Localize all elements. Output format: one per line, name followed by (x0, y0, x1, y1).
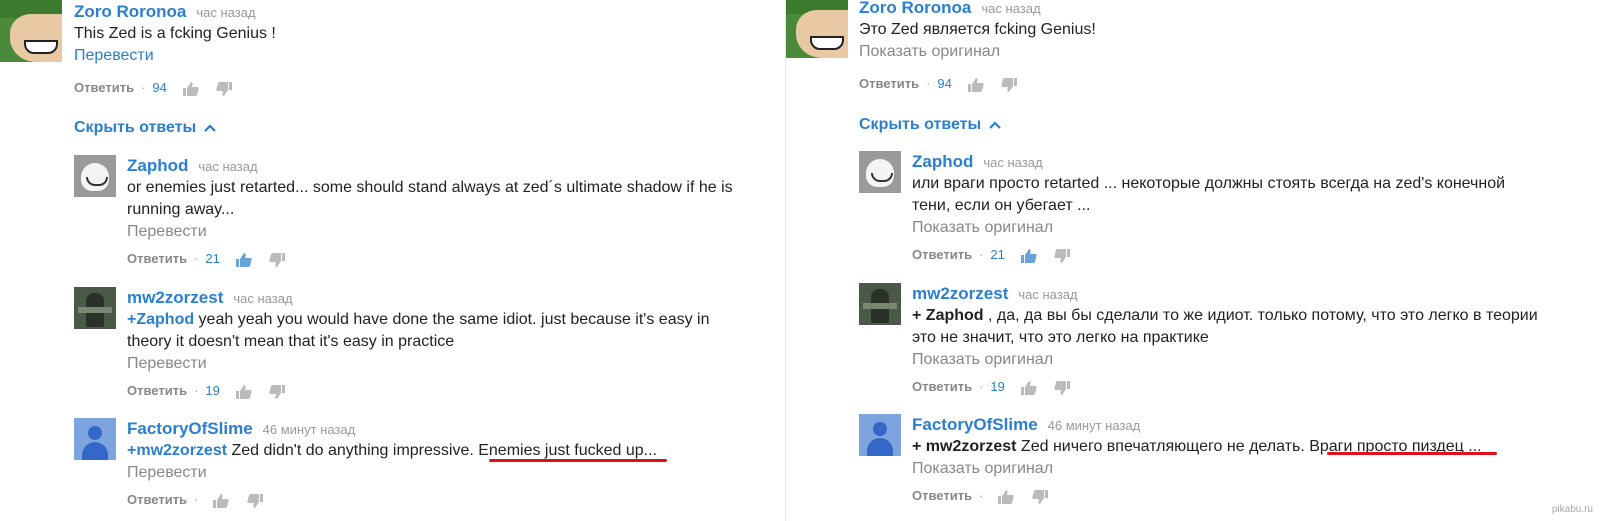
thumb-up-icon[interactable] (998, 489, 1014, 504)
author-name[interactable]: Zoro Roronoa (74, 2, 186, 21)
reply-button[interactable]: Ответить (912, 247, 972, 262)
avatar[interactable] (859, 283, 901, 325)
show-original-link[interactable]: Показать оригинал (859, 41, 1559, 63)
comment-actions: Ответить · (127, 490, 263, 510)
reply-button[interactable]: Ответить (74, 80, 134, 95)
mention-link[interactable]: + mw2zorzest (912, 438, 1016, 455)
comment-time[interactable]: час назад (981, 1, 1040, 16)
comment-text: Это Zed является fcking Genius! (859, 21, 1096, 38)
avatar[interactable] (74, 418, 116, 460)
comment-text: или враги просто retarted ... некоторые … (912, 175, 1506, 214)
like-count: 19 (205, 383, 220, 398)
comment-text: +mw2zorzest Zed didn't do anything impre… (127, 442, 657, 459)
watermark: pikabu.ru (1551, 504, 1593, 515)
thumb-up-icon[interactable] (213, 493, 229, 508)
comment-text: or enemies just retarted... some should … (127, 179, 733, 218)
avatar[interactable] (859, 414, 901, 456)
comment-time[interactable]: час назад (233, 291, 292, 306)
author-name[interactable]: Zaphod (912, 152, 973, 171)
author-name[interactable]: Zaphod (127, 156, 188, 175)
translate-link[interactable]: Перевести (127, 221, 752, 243)
show-original-link[interactable]: Показать оригинал (912, 217, 1542, 239)
comment-time[interactable]: час назад (983, 155, 1042, 170)
reply-button[interactable]: Ответить (127, 492, 187, 507)
show-original-link[interactable]: Показать оригинал (912, 349, 1542, 371)
like-count: 94 (937, 76, 952, 91)
mention-link[interactable]: + Zaphod (912, 307, 984, 324)
red-underline-mark (489, 459, 667, 462)
thumb-up-icon[interactable] (182, 81, 199, 96)
translate-link[interactable]: Перевести (127, 353, 752, 375)
translate-link[interactable]: Перевести (127, 462, 767, 484)
show-original-link[interactable]: Показать оригинал (912, 458, 1572, 480)
comment-time[interactable]: 46 минут назад (1048, 418, 1141, 433)
reply-button[interactable]: Ответить (127, 383, 187, 398)
thumb-up-icon[interactable] (235, 252, 252, 267)
hide-replies-button[interactable]: Скрыть ответы (74, 117, 216, 139)
highlighted-phrase: Enemies just fucked up (478, 442, 644, 459)
like-count: 19 (990, 379, 1005, 394)
author-name[interactable]: mw2zorzest (127, 288, 223, 307)
thumb-up-icon[interactable] (1020, 248, 1037, 263)
avatar[interactable] (74, 287, 116, 329)
thumb-down-icon[interactable] (1054, 248, 1071, 263)
avatar[interactable] (74, 155, 116, 197)
comment-time[interactable]: час назад (196, 5, 255, 20)
reply-button[interactable]: Ответить (912, 488, 972, 503)
author-name[interactable]: Zoro Roronoa (859, 0, 971, 17)
like-count: 21 (205, 251, 220, 266)
comment-actions: Ответить · 19 (912, 377, 1071, 397)
author-name[interactable]: mw2zorzest (912, 284, 1008, 303)
thumb-down-icon[interactable] (1001, 77, 1018, 92)
thumb-down-icon[interactable] (216, 81, 233, 96)
chevron-up-icon (989, 114, 1001, 136)
author-name[interactable]: FactoryOfSlime (127, 419, 253, 438)
thumb-up-icon[interactable] (235, 384, 252, 399)
comment-actions: Ответить · (912, 486, 1048, 506)
thumb-down-icon[interactable] (1032, 489, 1048, 504)
translate-link[interactable]: Перевести (74, 45, 764, 67)
comment-time[interactable]: час назад (198, 159, 257, 174)
avatar[interactable] (0, 0, 62, 62)
thumb-down-icon[interactable] (269, 384, 286, 399)
thumb-up-icon[interactable] (1020, 380, 1037, 395)
thumb-down-icon[interactable] (247, 493, 263, 508)
mention-link[interactable]: +Zaphod (127, 311, 194, 328)
thumb-down-icon[interactable] (269, 252, 286, 267)
red-underline-mark (1327, 452, 1497, 455)
comment-actions: Ответить · 94 (74, 78, 233, 98)
like-count: 21 (990, 247, 1005, 262)
comment-text: + Zaphod , да, да вы бы сделали то же ид… (912, 307, 1538, 346)
reply-button[interactable]: Ответить (859, 76, 919, 91)
author-name[interactable]: FactoryOfSlime (912, 415, 1038, 434)
comment-actions: Ответить · 21 (912, 245, 1071, 265)
comment-time[interactable]: 46 минут назад (263, 422, 356, 437)
comments-panel-translated: Zoro Roronoa час назад Это Zed является f… (785, 0, 1600, 521)
reply-button[interactable]: Ответить (127, 251, 187, 266)
comment-text: This Zed is a fcking Genius ! (74, 25, 276, 42)
avatar[interactable] (786, 0, 848, 58)
thumb-down-icon[interactable] (1054, 380, 1071, 395)
comment-time[interactable]: час назад (1018, 287, 1077, 302)
thumb-up-icon[interactable] (967, 77, 984, 92)
comment-text: +Zaphod yeah yeah you would have done th… (127, 311, 710, 350)
like-count: 94 (152, 80, 167, 95)
mention-link[interactable]: +mw2zorzest (127, 442, 227, 459)
comment-actions: Ответить · 21 (127, 249, 286, 269)
comment-actions: Ответить · 94 (859, 74, 1018, 94)
avatar[interactable] (859, 151, 901, 193)
chevron-up-icon (204, 117, 216, 139)
reply-button[interactable]: Ответить (912, 379, 972, 394)
comments-panel-original: Zoro Roronoa час назад This Zed is a fcki… (0, 0, 785, 521)
comment-actions: Ответить · 19 (127, 381, 286, 401)
hide-replies-button[interactable]: Скрыть ответы (859, 114, 1001, 136)
